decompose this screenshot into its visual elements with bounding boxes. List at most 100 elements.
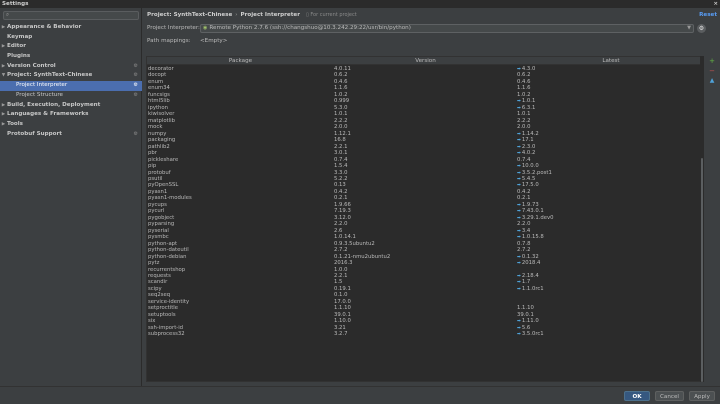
table-header: Package Version Latest <box>147 57 703 65</box>
sidebar-item[interactable]: Keymap <box>0 33 142 43</box>
sidebar-item-label: Languages & Frameworks <box>7 111 89 118</box>
latest-version-value: 4.3.0 <box>521 66 536 72</box>
latest-version-value: 2018.4 <box>521 260 541 267</box>
latest-version-value: 4.0.2 <box>521 150 536 157</box>
chevron-right-icon[interactable]: ▶ <box>0 62 7 72</box>
sidebar-item-label: Version Control <box>7 62 56 69</box>
remove-package-icon[interactable]: − <box>707 66 717 76</box>
project-config-icon: ⚙ <box>133 82 138 89</box>
interpreter-label: Project Interpreter: <box>147 25 200 31</box>
sidebar-item[interactable]: ▶ Editor <box>0 42 142 52</box>
sidebar-item[interactable]: ▶ Build, Execution, Deployment <box>0 101 142 111</box>
sidebar-item[interactable]: ▶ Version Control ⚙ <box>0 62 142 72</box>
latest-version-value: 3.5.2.post1 <box>521 169 552 176</box>
project-config-icon: ⚙ <box>133 62 138 69</box>
latest-version-value: 2.2.0 <box>517 221 531 228</box>
reset-link[interactable]: Reset <box>699 11 717 19</box>
latest-version-value: 1.0.15.8 <box>521 234 544 241</box>
table-body: decorator 4.0.11 ➡4.3.0 docopt 0.6.2 0.6.2 enu… <box>147 66 703 338</box>
sidebar-item[interactable]: ▶ Appearance & Behavior <box>0 23 142 33</box>
latest-version-value: 3.29.1.dev0 <box>521 214 554 221</box>
settings-tree: ▶ Appearance & Behavior Keymap ▶ Editor Plugi… <box>0 23 142 139</box>
breadcrumb: Project: SynthText-Chinese › Project Inter… <box>147 11 357 19</box>
latest-version-value: 3.5.0rc1 <box>521 331 544 338</box>
path-mappings-label: Path mappings: <box>147 38 191 44</box>
latest-version-value: 5.4.5 <box>521 175 536 182</box>
search-icon: ⌕ <box>6 12 10 18</box>
package-latest: ➡3.5.0rc1 <box>517 331 544 338</box>
latest-version-value: 1.1.6 <box>517 85 531 92</box>
sidebar-item[interactable]: Project Structure ⚙ <box>0 91 142 101</box>
scrollbar-thumb[interactable] <box>701 158 703 382</box>
latest-version-value: 0.7.4 <box>517 156 531 163</box>
chevron-right-icon[interactable]: ▶ <box>0 23 7 33</box>
window-titlebar: Settings × <box>0 0 720 8</box>
gear-icon[interactable]: ⚙ <box>697 24 706 33</box>
ok-button[interactable]: OK <box>624 391 650 401</box>
sidebar-item[interactable]: ▶ Tools <box>0 120 142 130</box>
packages-table: Package Version Latest decorator 4.0.11 ➡4… <box>146 56 704 382</box>
sidebar-item-label: Tools <box>7 120 24 127</box>
project-config-icon: ⚙ <box>133 91 138 98</box>
chevron-right-icon[interactable]: ▶ <box>0 110 7 120</box>
sidebar-item-label: Keymap <box>7 33 33 40</box>
column-header-latest[interactable]: Latest <box>517 57 703 65</box>
breadcrumb-project: Project: SynthText-Chinese <box>147 12 233 18</box>
scope-note: ▯ For current project <box>305 12 357 18</box>
sidebar-item-label: Project: SynthText-Chinese <box>7 72 93 79</box>
latest-version-value: 1.7 <box>521 279 531 286</box>
project-config-icon: ⚙ <box>133 72 138 79</box>
latest-version-value: 1.0.2 <box>517 91 531 98</box>
latest-version-value: 5.6 <box>521 324 531 331</box>
chevron-right-icon[interactable]: ▶ <box>0 120 7 130</box>
settings-content: Project: SynthText-Chinese › Project Inter… <box>142 8 720 386</box>
latest-version-value: 1.1.10 <box>517 305 534 312</box>
sidebar-item[interactable]: Protobuf Support ⚙ <box>0 130 142 140</box>
sidebar-item-label: Plugins <box>7 53 31 60</box>
latest-version-value: 17.5.0 <box>521 182 539 189</box>
latest-version-value: 0.4.6 <box>517 78 531 85</box>
sidebar-item[interactable]: ▼ Project: SynthText-Chinese ⚙ <box>0 71 142 81</box>
latest-version-value: 0.4.2 <box>517 188 531 195</box>
sidebar-item-label: Project Interpreter <box>16 82 68 89</box>
latest-version-value: 2.0.0 <box>517 124 531 131</box>
chevron-right-icon[interactable]: ▶ <box>0 42 7 52</box>
upgrade-package-icon[interactable]: ▲ <box>707 76 717 86</box>
sidebar-item[interactable]: Project Interpreter ⚙ <box>0 81 142 91</box>
column-header-version[interactable]: Version <box>334 57 517 65</box>
add-package-icon[interactable]: + <box>707 56 717 66</box>
sidebar-item[interactable]: ▶ Languages & Frameworks <box>0 110 142 120</box>
sidebar-item[interactable]: Plugins <box>0 52 142 62</box>
breadcrumb-page: Project Interpreter <box>240 12 300 18</box>
latest-version-value: 17.1 <box>521 137 534 144</box>
sidebar-item-label: Project Structure <box>16 91 63 98</box>
sidebar-item-label: Build, Execution, Deployment <box>7 101 101 108</box>
chevron-down-icon[interactable]: ▼ <box>0 71 7 81</box>
interpreter-select[interactable]: ◉ Remote Python 2.7.6 (ssh://changshuo@10… <box>200 24 694 33</box>
latest-version-value: 7.43.0.1 <box>521 208 544 215</box>
sidebar-item-label: Protobuf Support <box>7 130 62 137</box>
search-input[interactable] <box>13 12 133 19</box>
latest-version-value: 10.0.0 <box>521 163 539 170</box>
breadcrumb-separator: › <box>235 12 238 18</box>
latest-version-value: 2.3.0 <box>521 143 536 150</box>
sidebar-item-label: Editor <box>7 43 27 50</box>
path-mappings-value[interactable]: <Empty> <box>200 37 227 45</box>
settings-sidebar: ⌕ ▶ Appearance & Behavior Keymap ▶ Editor Plu… <box>0 8 142 386</box>
latest-version-value: 1.14.2 <box>521 130 539 137</box>
column-header-package[interactable]: Package <box>147 57 334 65</box>
apply-button[interactable]: Apply <box>689 391 715 401</box>
window-title: Settings <box>2 1 29 7</box>
cancel-button[interactable]: Cancel <box>655 391 684 401</box>
latest-version-value: 39.0.1 <box>517 311 534 318</box>
latest-version-value: 1.1.0rc1 <box>521 285 544 292</box>
settings-search[interactable]: ⌕ <box>3 11 139 20</box>
latest-version-value: 2.7.2 <box>517 247 531 254</box>
table-row[interactable]: subprocess32 3.2.7 ➡3.5.0rc1 <box>147 331 703 338</box>
latest-version-value: 1.0.1 <box>517 111 531 118</box>
chevron-right-icon[interactable]: ▶ <box>0 101 7 111</box>
close-icon[interactable]: × <box>708 0 718 8</box>
dialog-footer: OK Cancel Apply <box>0 386 720 404</box>
latest-version-value: 0.1.32 <box>521 253 539 260</box>
latest-version-value: 2.18.4 <box>521 273 539 279</box>
